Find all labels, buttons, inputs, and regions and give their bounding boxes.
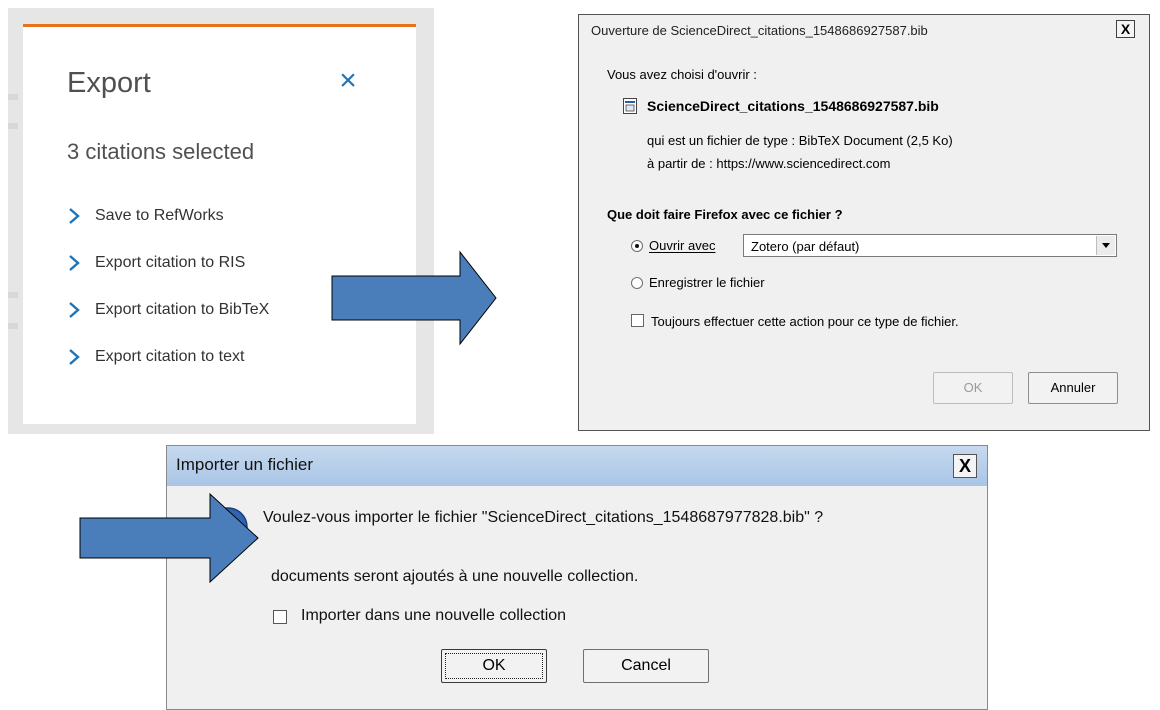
export-item-label: Export citation to text [95,348,245,365]
import-question: Voulez-vous importer le fichier "Science… [263,509,824,526]
right-arrow-icon [331,250,497,346]
new-collection-label: Importer dans une nouvelle collection [301,607,567,624]
background-fragment [8,292,18,298]
open-with-select[interactable]: Zotero (par défaut) [743,234,1117,257]
dialog-title: Importer un fichier [176,455,313,474]
export-title: Export [67,67,151,99]
source-url-text: à partir de : https://www.sciencedirect.… [647,156,891,171]
import-info: documents seront ajoutés à une nouvelle … [271,568,639,585]
background-fragment [8,123,18,129]
chevron-down-icon[interactable] [1096,236,1115,255]
bib-file-icon [623,98,637,114]
dialog-titlebar: Importer un fichier X [167,446,987,486]
file-name: ScienceDirect_citations_1548686927587.bi… [647,98,939,114]
always-do-checkbox[interactable] [631,314,644,327]
dialog-title: Ouverture de ScienceDirect_citations_154… [591,23,928,38]
background-fragment [8,94,18,100]
zotero-import-dialog: Importer un fichier X ? Voulez-vous impo… [166,445,988,710]
save-to-refworks-link[interactable]: Save to RefWorks [67,203,224,229]
chevron-right-icon [69,349,80,365]
chevron-right-icon [69,302,80,318]
chevron-right-icon [69,208,80,224]
export-text-link[interactable]: Export citation to text [67,344,244,370]
open-with-label: Ouvrir avec [649,238,716,253]
export-modal: Export × 3 citations selected Save to Re… [23,24,416,424]
firefox-open-file-dialog: Ouverture de ScienceDirect_citations_154… [578,14,1150,431]
export-item-label: Export citation to BibTeX [95,301,270,318]
ok-button[interactable]: OK [441,649,547,683]
action-question: Que doit faire Firefox avec ce fichier ? [607,207,843,222]
cancel-button[interactable]: Cancel [583,649,709,683]
new-collection-checkbox[interactable] [273,610,287,624]
export-panel-screenshot: Export × 3 citations selected Save to Re… [8,8,434,434]
close-button[interactable]: X [953,454,977,478]
ok-button[interactable]: OK [933,372,1013,404]
open-with-radio[interactable] [631,240,643,252]
dialog-titlebar: Ouverture de ScienceDirect_citations_154… [579,15,1149,47]
save-file-label: Enregistrer le fichier [649,275,765,290]
always-do-label: Toujours effectuer cette action pour ce … [651,314,959,329]
citations-selected-count: 3 citations selected [67,139,255,164]
right-arrow-icon [79,492,259,584]
save-file-radio[interactable] [631,277,643,289]
export-item-label: Save to RefWorks [95,207,224,224]
file-type-text: qui est un fichier de type : BibTeX Docu… [647,133,953,148]
background-fragment [8,323,18,329]
export-ris-link[interactable]: Export citation to RIS [67,250,245,276]
export-item-label: Export citation to RIS [95,254,246,271]
truncated-top-text [0,0,1160,8]
close-icon[interactable]: × [332,65,364,97]
intro-text: Vous avez choisi d'ouvrir : [607,67,757,82]
selected-app: Zotero (par défaut) [751,239,860,254]
chevron-right-icon [69,255,80,271]
cancel-button[interactable]: Annuler [1028,372,1118,404]
close-button[interactable]: X [1116,20,1135,38]
export-bibtex-link[interactable]: Export citation to BibTeX [67,297,269,323]
